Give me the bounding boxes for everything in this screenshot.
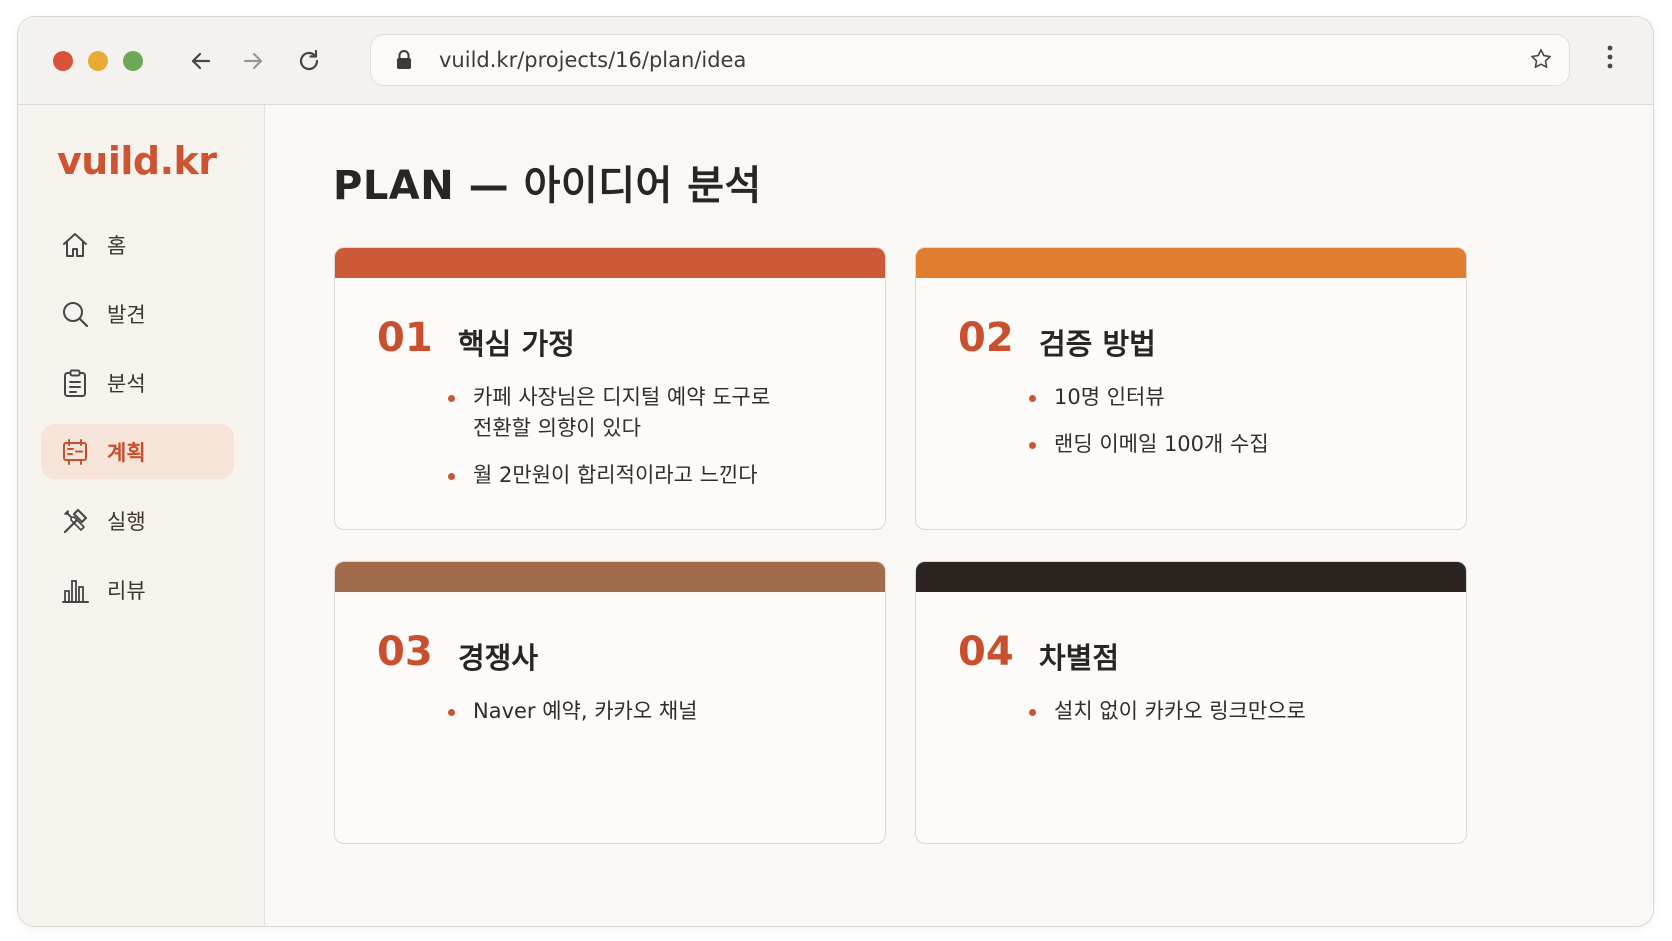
home-icon [59,229,91,261]
card-accent-bar [335,248,885,278]
url-text[interactable]: vuild.kr/projects/16/plan/idea [439,48,746,72]
card-title: 경쟁사 [458,641,539,675]
browser-menu-button[interactable] [1607,45,1613,73]
sidebar-item-label: 실행 [107,509,146,534]
reload-icon [299,49,319,71]
card-core-assumptions: 01 핵심 가정 카페 사장님은 디지털 예약 도구로 전환할 의향이 있다 월… [334,247,886,530]
card-bullets: 카페 사장님은 디지털 예약 도구로 전환할 의향이 있다 월 2만원이 합리적… [447,382,867,507]
maximize-window-button[interactable] [123,51,143,71]
sidebar-item-label: 리뷰 [107,578,146,603]
card-number: 02 [958,315,1014,361]
list-item: 10명 인터뷰 [1028,382,1448,413]
main-content: PLAN — 아이디어 분석 01 핵심 가정 카페 사장님은 디지털 예약 도… [265,105,1653,926]
search-icon [59,298,91,330]
sidebar-item-label: 발견 [107,302,146,327]
card-title: 차별점 [1039,641,1120,675]
card-differentiators: 04 차별점 설치 없이 카카오 링크만으로 [915,561,1467,844]
sidebar-item-label: 홈 [107,233,127,258]
card-number: 04 [958,629,1014,675]
browser-window: vuild.kr/projects/16/plan/idea vuild.kr [17,16,1654,927]
card-validation-methods: 02 검증 방법 10명 인터뷰 랜딩 이메일 100개 수집 [915,247,1467,530]
card-number: 01 [377,315,433,361]
card-bullets: 설치 없이 카카오 링크만으로 [1028,696,1448,743]
sidebar-item-plan[interactable]: 계획 [41,424,234,479]
list-item: 랜딩 이메일 100개 수집 [1028,429,1448,460]
sidebar-item-discover[interactable]: 발견 [41,286,234,341]
tools-icon [59,505,91,537]
reload-button[interactable] [291,43,327,79]
card-accent-bar [916,248,1466,278]
card-title: 검증 방법 [1039,327,1156,361]
arrow-right-icon [243,52,263,70]
sidebar-item-label: 계획 [107,440,146,465]
card-competitors: 03 경쟁사 Naver 예약, 카카오 채널 [334,561,886,844]
sidebar: vuild.kr 홈 발견 분석 계획 실행 리뷰 [18,105,265,926]
more-vertical-icon [1607,45,1613,69]
lock-icon [395,49,413,75]
browser-toolbar: vuild.kr/projects/16/plan/idea [18,17,1653,105]
list-item: 카페 사장님은 디지털 예약 도구로 전환할 의향이 있다 [447,382,773,444]
forward-button[interactable] [235,43,271,79]
back-button[interactable] [183,43,219,79]
list-item: Naver 예약, 카카오 채널 [447,696,867,727]
arrow-left-icon [191,52,211,70]
close-window-button[interactable] [53,51,73,71]
sidebar-item-review[interactable]: 리뷰 [41,562,234,617]
address-bar[interactable]: vuild.kr/projects/16/plan/idea [370,34,1570,86]
card-accent-bar [335,562,885,592]
card-title: 핵심 가정 [458,327,575,361]
sidebar-item-analysis[interactable]: 분석 [41,355,234,410]
sidebar-item-home[interactable]: 홈 [41,217,234,272]
sidebar-item-label: 분석 [107,371,146,396]
card-bullets: Naver 예약, 카카오 채널 [447,696,867,743]
minimize-window-button[interactable] [88,51,108,71]
clipboard-icon [59,367,91,399]
card-number: 03 [377,629,433,675]
list-item: 설치 없이 카카오 링크만으로 [1028,696,1448,727]
app-logo[interactable]: vuild.kr [57,139,217,183]
page-title: PLAN — 아이디어 분석 [333,163,762,209]
sidebar-item-execute[interactable]: 실행 [41,493,234,548]
star-icon [1531,49,1551,68]
list-item: 월 2만원이 합리적이라고 느낀다 [447,460,867,491]
bar-chart-icon [59,574,91,606]
plan-board-icon [59,436,91,468]
bookmark-star-button[interactable] [1529,47,1553,75]
card-bullets: 10명 인터뷰 랜딩 이메일 100개 수집 [1028,382,1448,476]
card-accent-bar [916,562,1466,592]
